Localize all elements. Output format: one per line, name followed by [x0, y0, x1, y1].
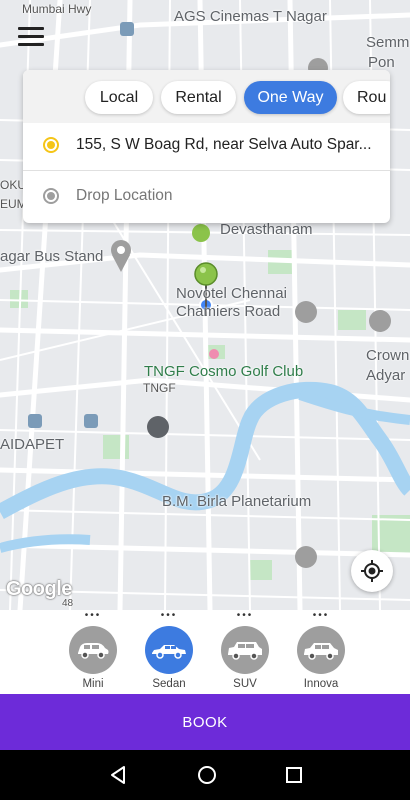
- pickup-address: 155, S W Boag Rd, near Selva Auto Spar..…: [76, 136, 372, 153]
- car-option-label: Mini: [82, 678, 104, 690]
- map-label-place: Crown: [366, 347, 410, 364]
- car-option-label: Sedan: [152, 678, 186, 690]
- pickup-dot-icon: [43, 137, 59, 153]
- hatchback-car-icon: [69, 626, 117, 674]
- google-logo: Google: [6, 578, 72, 600]
- car-option-sedan[interactable]: ••• Sedan: [134, 610, 204, 694]
- tab-round-trip[interactable]: Rou: [343, 81, 390, 114]
- my-location-button[interactable]: [351, 550, 393, 592]
- pickup-location-field[interactable]: 155, S W Boag Rd, near Selva Auto Spar..…: [23, 120, 390, 170]
- system-nav-bar: [0, 750, 410, 800]
- map-label-place: AIDAPET: [0, 436, 65, 453]
- tab-rental[interactable]: Rental: [161, 81, 236, 114]
- map-label-poi: agar Bus Stand: [0, 248, 104, 265]
- map-label-park: TNGF Cosmo Golf Club: [144, 363, 304, 380]
- map-label-poi: Chamiers Road: [176, 303, 281, 320]
- mpv-car-icon: [297, 626, 345, 674]
- map-label-place: Semm: [366, 34, 410, 51]
- map-label-place: Pon: [368, 54, 395, 71]
- map-label-poi: Novotel Chennai: [176, 285, 287, 302]
- map-label-place: Adyar: [366, 367, 406, 384]
- car-option-innova[interactable]: ••• Innova: [286, 610, 356, 694]
- hamburger-menu-icon[interactable]: [18, 27, 44, 47]
- recents-square-icon[interactable]: [282, 763, 306, 787]
- info-dots-icon: •••: [84, 610, 102, 621]
- booking-panel: Local Rental One Way Rou 155, S W Boag R…: [23, 70, 390, 223]
- map-label-poi: AGS Cinemas T Nagar: [174, 8, 327, 25]
- trip-type-tabs: Local Rental One Way Rou: [23, 70, 390, 123]
- info-dots-icon: •••: [236, 610, 254, 621]
- car-option-label: Innova: [303, 678, 339, 690]
- drop-dot-icon: [43, 188, 59, 204]
- info-dots-icon: •••: [312, 610, 330, 621]
- back-triangle-icon[interactable]: [106, 763, 130, 787]
- tab-one-way[interactable]: One Way: [244, 81, 337, 114]
- car-option-suv[interactable]: ••• SUV: [210, 610, 280, 694]
- tab-local[interactable]: Local: [85, 81, 153, 114]
- info-dots-icon: •••: [160, 610, 178, 621]
- car-option-label: SUV: [233, 678, 257, 690]
- my-location-icon: [361, 560, 383, 582]
- map-label-poi: B.M. Birla Planetarium: [162, 493, 312, 510]
- map-label-road: Mumbai Hwy: [22, 2, 92, 16]
- suv-car-icon: [221, 626, 269, 674]
- car-option-mini[interactable]: ••• Mini: [58, 610, 128, 694]
- drop-location-placeholder: Drop Location: [76, 187, 173, 204]
- map-label-poi: Devasthanam: [220, 221, 313, 238]
- book-button[interactable]: BOOK: [0, 694, 410, 750]
- sedan-car-icon: [145, 626, 193, 674]
- map-label-poi: TNGF: [143, 381, 176, 395]
- home-circle-icon[interactable]: [195, 763, 219, 787]
- car-type-selector: ••• Mini ••• Sedan ••• SUV ••• Innova: [0, 610, 410, 694]
- drop-location-field[interactable]: Drop Location: [23, 171, 390, 221]
